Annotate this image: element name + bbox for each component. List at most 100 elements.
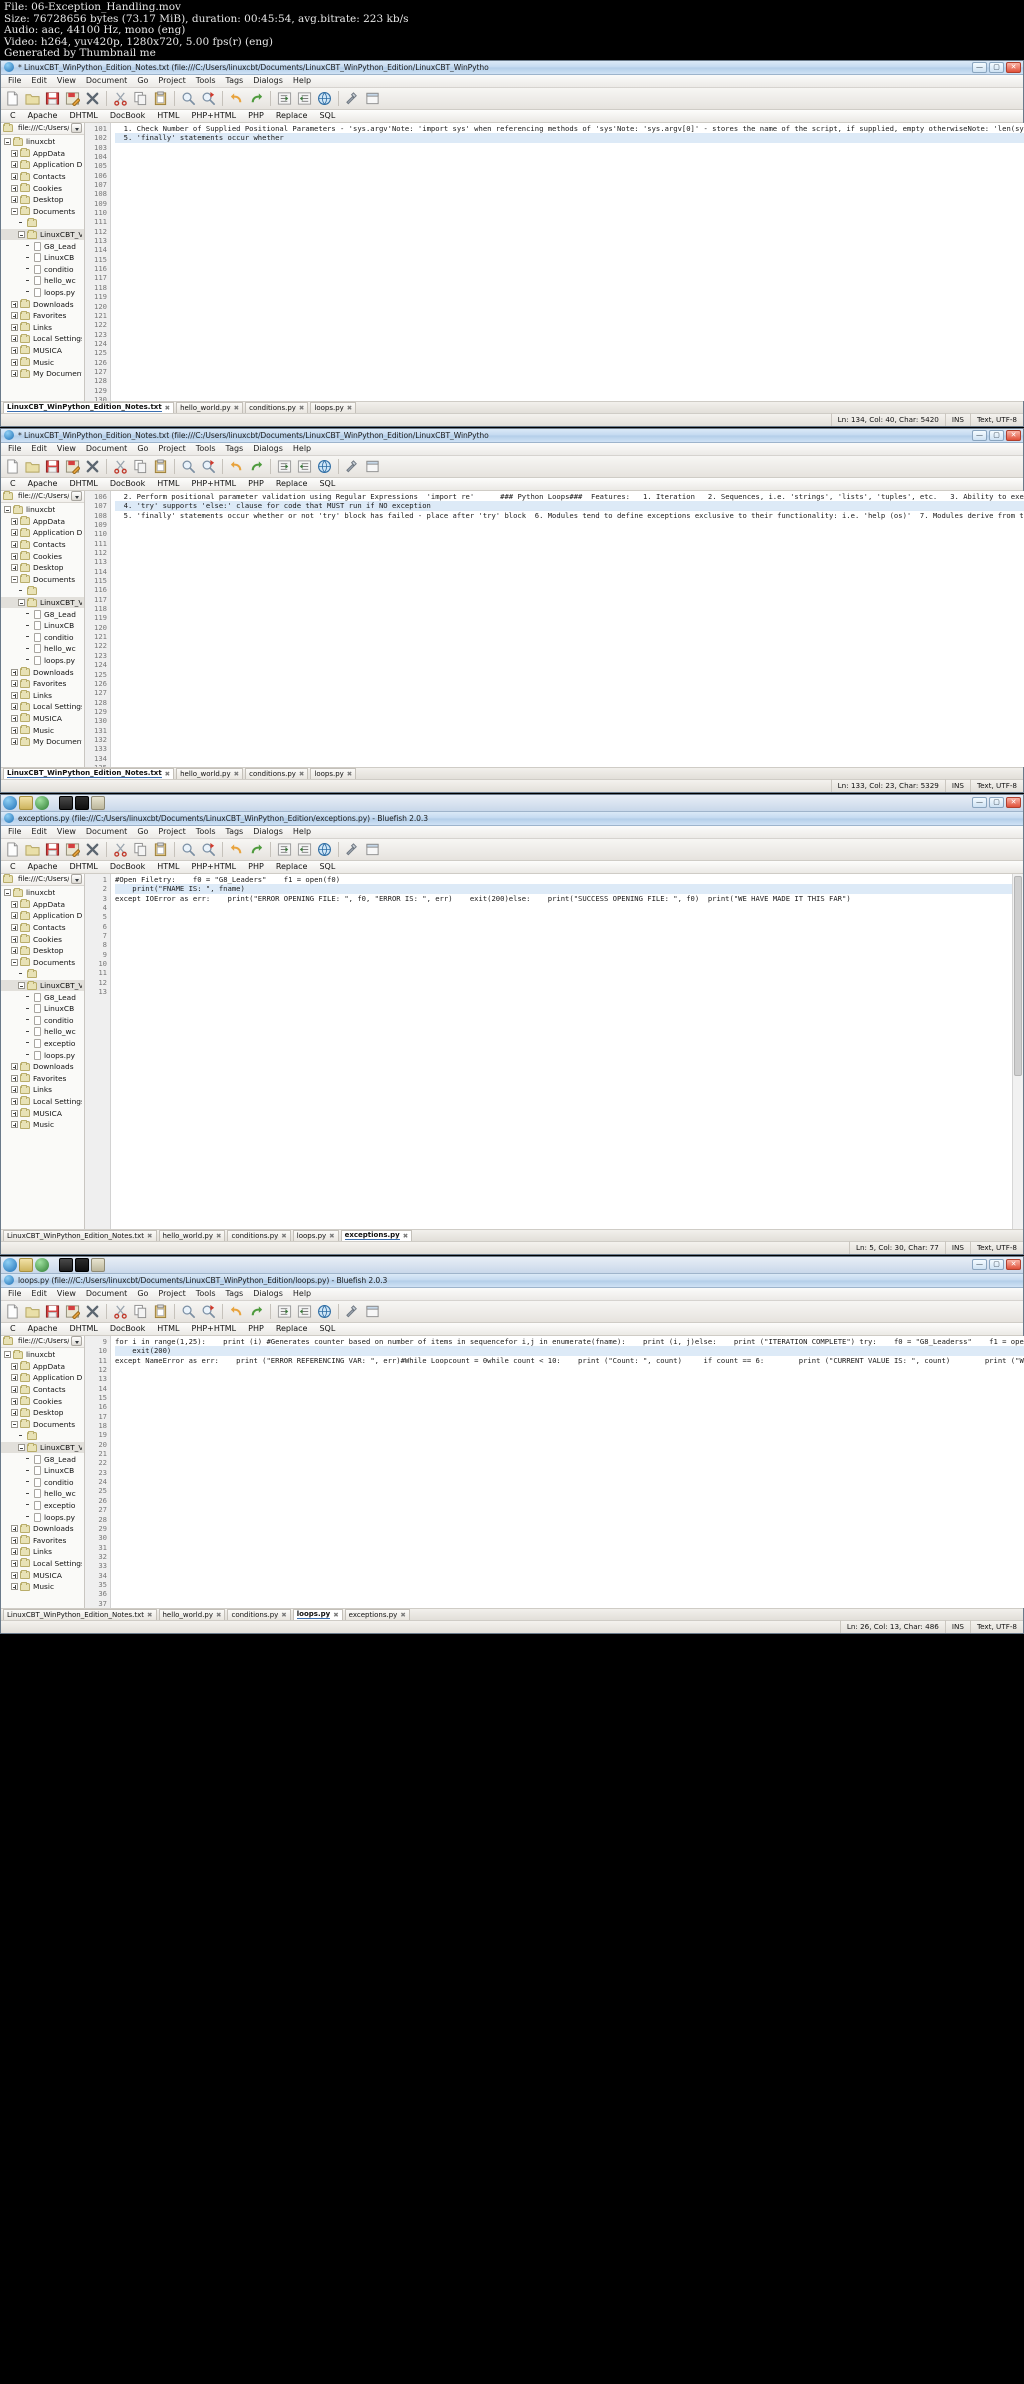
- filetype-tab-dhtml[interactable]: DHTML: [63, 862, 103, 871]
- tree-expander-plus-icon[interactable]: [11, 184, 18, 192]
- close-tab-icon[interactable]: ✖: [216, 1232, 221, 1240]
- unindent-icon[interactable]: [275, 457, 294, 476]
- filetype-tab-replace[interactable]: Replace: [270, 862, 314, 871]
- close-tab-icon[interactable]: ✖: [299, 404, 304, 412]
- tree-expander-plus-icon[interactable]: [11, 552, 18, 560]
- filetype-tab-html[interactable]: HTML: [151, 479, 185, 488]
- status-encoding[interactable]: Text, UTF-8: [969, 1241, 1023, 1255]
- menu-item-tools[interactable]: Tools: [191, 1289, 221, 1298]
- tree-expander-plus-icon[interactable]: [11, 1548, 18, 1556]
- tree-item-documents[interactable]: Documents: [1, 957, 84, 969]
- find-replace-icon[interactable]: [199, 457, 218, 476]
- menu-item-document[interactable]: Document: [81, 76, 132, 85]
- tree-expander-plus-icon[interactable]: [11, 517, 18, 525]
- preview-browser-icon[interactable]: [315, 457, 334, 476]
- tree-item-hello-wc[interactable]: hello_wc: [1, 1488, 84, 1500]
- save-as-icon[interactable]: [63, 840, 82, 859]
- tree-item-untitled[interactable]: [1, 968, 84, 980]
- file-browser-sidebar[interactable]: file:///C:/Users/linuxc linuxcbt AppData…: [1, 122, 85, 401]
- title-bar[interactable]: * LinuxCBT_WinPython_Edition_Notes.txt (…: [1, 60, 1023, 75]
- document-tab-linuxcbt-winpython-edition-notes-txt[interactable]: LinuxCBT_WinPython_Edition_Notes.txt ✖: [3, 767, 175, 779]
- copy-icon[interactable]: [131, 89, 150, 108]
- sidebar-path-row[interactable]: file:///C:/Users/linuxc: [1, 122, 84, 135]
- close-tab-icon[interactable]: ✖: [281, 1611, 286, 1619]
- menu-item-project[interactable]: Project: [153, 1289, 190, 1298]
- indent-icon[interactable]: [295, 89, 314, 108]
- close-tab-icon[interactable]: ✖: [329, 1232, 334, 1240]
- editor-scrollbar[interactable]: [1012, 873, 1023, 1229]
- tree-item-favorites[interactable]: Favorites: [1, 1072, 84, 1084]
- code-text[interactable]: #Open Filetry: f0 = "G8_Leaders" f1 = op…: [111, 874, 1012, 1229]
- filetype-tab-html[interactable]: HTML: [151, 111, 185, 120]
- filetype-tab-c[interactable]: C: [4, 479, 22, 488]
- tree-expander-minus-icon[interactable]: [4, 1351, 11, 1359]
- tree-item-g8-lead[interactable]: G8_Lead: [1, 608, 84, 620]
- paste-icon[interactable]: [151, 840, 170, 859]
- tree-expander-plus-icon[interactable]: [11, 1409, 18, 1417]
- document-tab-exceptions-py[interactable]: exceptions.py ✖: [344, 1608, 410, 1620]
- close-tab-icon[interactable]: ✖: [165, 770, 170, 778]
- minimize-button[interactable]: —: [972, 796, 987, 808]
- close-document-icon[interactable]: [83, 457, 102, 476]
- tree-item-linuxcb[interactable]: LinuxCB: [1, 252, 84, 264]
- tree-item-exceptio[interactable]: exceptio: [1, 1500, 84, 1512]
- close-tab-icon[interactable]: ✖: [347, 770, 352, 778]
- indent-icon[interactable]: [295, 840, 314, 859]
- menu-item-dialogs[interactable]: Dialogs: [248, 444, 288, 453]
- menu-item-edit[interactable]: Edit: [26, 444, 52, 453]
- filetype-tab-php-html[interactable]: PHP+HTML: [186, 479, 243, 488]
- app-shortcut-icon[interactable]: [35, 1257, 49, 1272]
- filetype-tab-dhtml[interactable]: DHTML: [63, 1324, 103, 1333]
- folder-shortcut-icon[interactable]: [19, 1257, 33, 1272]
- menu-item-tools[interactable]: Tools: [191, 76, 221, 85]
- tree-item-application-da[interactable]: Application Da: [1, 1372, 84, 1384]
- tree-expander-plus-icon[interactable]: [11, 1397, 18, 1405]
- filetype-tab-c[interactable]: C: [4, 862, 22, 871]
- tree-item-contacts[interactable]: Contacts: [1, 539, 84, 551]
- tree-item-desktop[interactable]: Desktop: [1, 945, 84, 957]
- tree-item-favorites[interactable]: Favorites: [1, 1534, 84, 1546]
- tree-item-links[interactable]: Links: [1, 689, 84, 701]
- cut-icon[interactable]: [111, 457, 130, 476]
- tree-expander-minus-icon[interactable]: [11, 575, 18, 583]
- code-text[interactable]: 2. Perform positional parameter validati…: [111, 491, 1024, 767]
- terminal-icon[interactable]: [75, 795, 89, 810]
- minimize-button[interactable]: —: [972, 61, 987, 73]
- close-button[interactable]: ✕: [1006, 796, 1021, 808]
- tree-item-loops-py[interactable]: loops.py: [1, 1511, 84, 1523]
- tree-item-untitled[interactable]: [1, 1430, 84, 1442]
- tree-item-untitled[interactable]: [1, 217, 84, 229]
- open-folder-icon[interactable]: [23, 840, 42, 859]
- close-tab-icon[interactable]: ✖: [281, 1232, 286, 1240]
- status-encoding[interactable]: Text, UTF-8: [969, 413, 1023, 427]
- close-tab-icon[interactable]: ✖: [333, 1611, 338, 1619]
- menu-item-project[interactable]: Project: [153, 444, 190, 453]
- file-browser-sidebar[interactable]: file:///C:/Users/linuxc linuxcbt AppData…: [1, 1335, 85, 1608]
- tree-expander-plus-icon[interactable]: [11, 370, 18, 378]
- browser-icon[interactable]: [3, 1257, 17, 1272]
- path-dropdown-button[interactable]: [71, 874, 82, 885]
- tree-item-local-settings[interactable]: Local Settings: [1, 333, 84, 345]
- close-tab-icon[interactable]: ✖: [147, 1611, 152, 1619]
- tree-item-linuxcb[interactable]: LinuxCB: [1, 620, 84, 632]
- close-tab-icon[interactable]: ✖: [234, 404, 239, 412]
- menu-item-dialogs[interactable]: Dialogs: [248, 827, 288, 836]
- tree-item-cookies[interactable]: Cookies: [1, 1395, 84, 1407]
- tree-item-local-settings[interactable]: Local Settings: [1, 1096, 84, 1108]
- tree-item-g8-lead[interactable]: G8_Lead: [1, 240, 84, 252]
- status-encoding[interactable]: Text, UTF-8: [969, 1620, 1023, 1634]
- tree-item-music[interactable]: Music: [1, 1581, 84, 1593]
- tree-item-linuxcbt[interactable]: linuxcbt: [1, 136, 84, 148]
- indent-icon[interactable]: [295, 1302, 314, 1321]
- close-button[interactable]: ✕: [1006, 429, 1021, 441]
- tree-expander-plus-icon[interactable]: [11, 714, 18, 722]
- filetype-tab-c[interactable]: C: [4, 1324, 22, 1333]
- tree-item-contacts[interactable]: Contacts: [1, 171, 84, 183]
- menu-item-document[interactable]: Document: [81, 444, 132, 453]
- filetype-tab-c[interactable]: C: [4, 111, 22, 120]
- tree-item-appdata[interactable]: AppData: [1, 899, 84, 911]
- tree-item-documents[interactable]: Documents: [1, 206, 84, 218]
- close-tab-icon[interactable]: ✖: [403, 1232, 408, 1240]
- file-tree[interactable]: linuxcbt AppData Application Da Contacts…: [1, 135, 84, 379]
- menu-item-go[interactable]: Go: [132, 76, 153, 85]
